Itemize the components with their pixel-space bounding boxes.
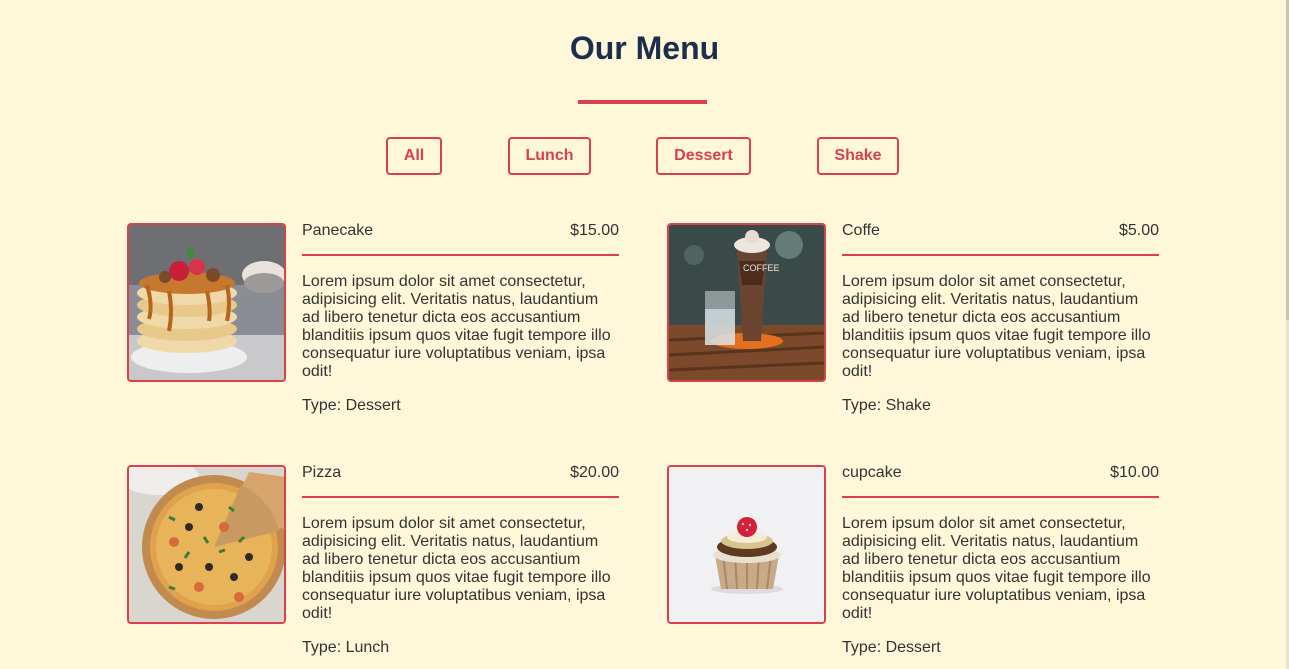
menu-item: Pizza $20.00 Lorem ipsum dolor sit amet … [127, 464, 619, 669]
item-type: Type: Shake [842, 397, 931, 414]
item-info: Coffe $5.00 Lorem ipsum dolor sit amet c… [842, 222, 1159, 415]
menu-page: Our Menu All Lunch Dessert Shake Panecak… [0, 0, 1289, 669]
item-name: cupcake [842, 464, 902, 481]
item-info: Panecake $15.00 Lorem ipsum dolor sit am… [302, 222, 619, 415]
page-title: Our Menu [569, 30, 720, 66]
item-description: Lorem ipsum dolor sit amet consectetur, … [302, 515, 611, 622]
item-description: Lorem ipsum dolor sit amet consectetur, … [302, 273, 611, 380]
filter-button-dessert[interactable]: Dessert [656, 137, 751, 175]
menu-item: Panecake $15.00 Lorem ipsum dolor sit am… [127, 222, 619, 433]
filter-button-shake[interactable]: Shake [817, 137, 899, 175]
item-divider [842, 254, 1159, 256]
pancake-stack-photo [127, 223, 286, 382]
item-info: Pizza $20.00 Lorem ipsum dolor sit amet … [302, 464, 619, 657]
item-name: Pizza [302, 464, 342, 481]
iced-coffee-photo: COFFEE [667, 223, 826, 382]
cupcake-photo [667, 465, 826, 624]
pizza-photo [127, 465, 286, 624]
item-info: cupcake $10.00 Lorem ipsum dolor sit ame… [842, 464, 1159, 657]
item-price: $5.00 [1118, 222, 1159, 239]
item-price: $20.00 [570, 464, 619, 481]
title-underline [578, 100, 707, 104]
item-price: $10.00 [1110, 464, 1159, 481]
menu-item: cupcake $10.00 Lorem ipsum dolor sit ame… [667, 464, 1159, 669]
item-name: Panecake [302, 222, 374, 239]
filter-button-all[interactable]: All [386, 137, 442, 175]
item-type: Type: Lunch [302, 639, 390, 656]
item-divider [842, 496, 1159, 498]
filter-button-lunch[interactable]: Lunch [508, 137, 591, 175]
svg-text:COFFEE: COFFEE [743, 263, 780, 273]
menu-item: COFFEE Coffe $5.00 Lorem ipsum dolor sit… [667, 222, 1159, 433]
item-description: Lorem ipsum dolor sit amet consectetur, … [842, 273, 1151, 380]
item-price: $15.00 [570, 222, 619, 239]
item-divider [302, 496, 619, 498]
item-type: Type: Dessert [842, 639, 941, 656]
item-type: Type: Dessert [302, 397, 401, 414]
item-name: Coffe [842, 222, 880, 239]
item-description: Lorem ipsum dolor sit amet consectetur, … [842, 515, 1151, 622]
item-divider [302, 254, 619, 256]
